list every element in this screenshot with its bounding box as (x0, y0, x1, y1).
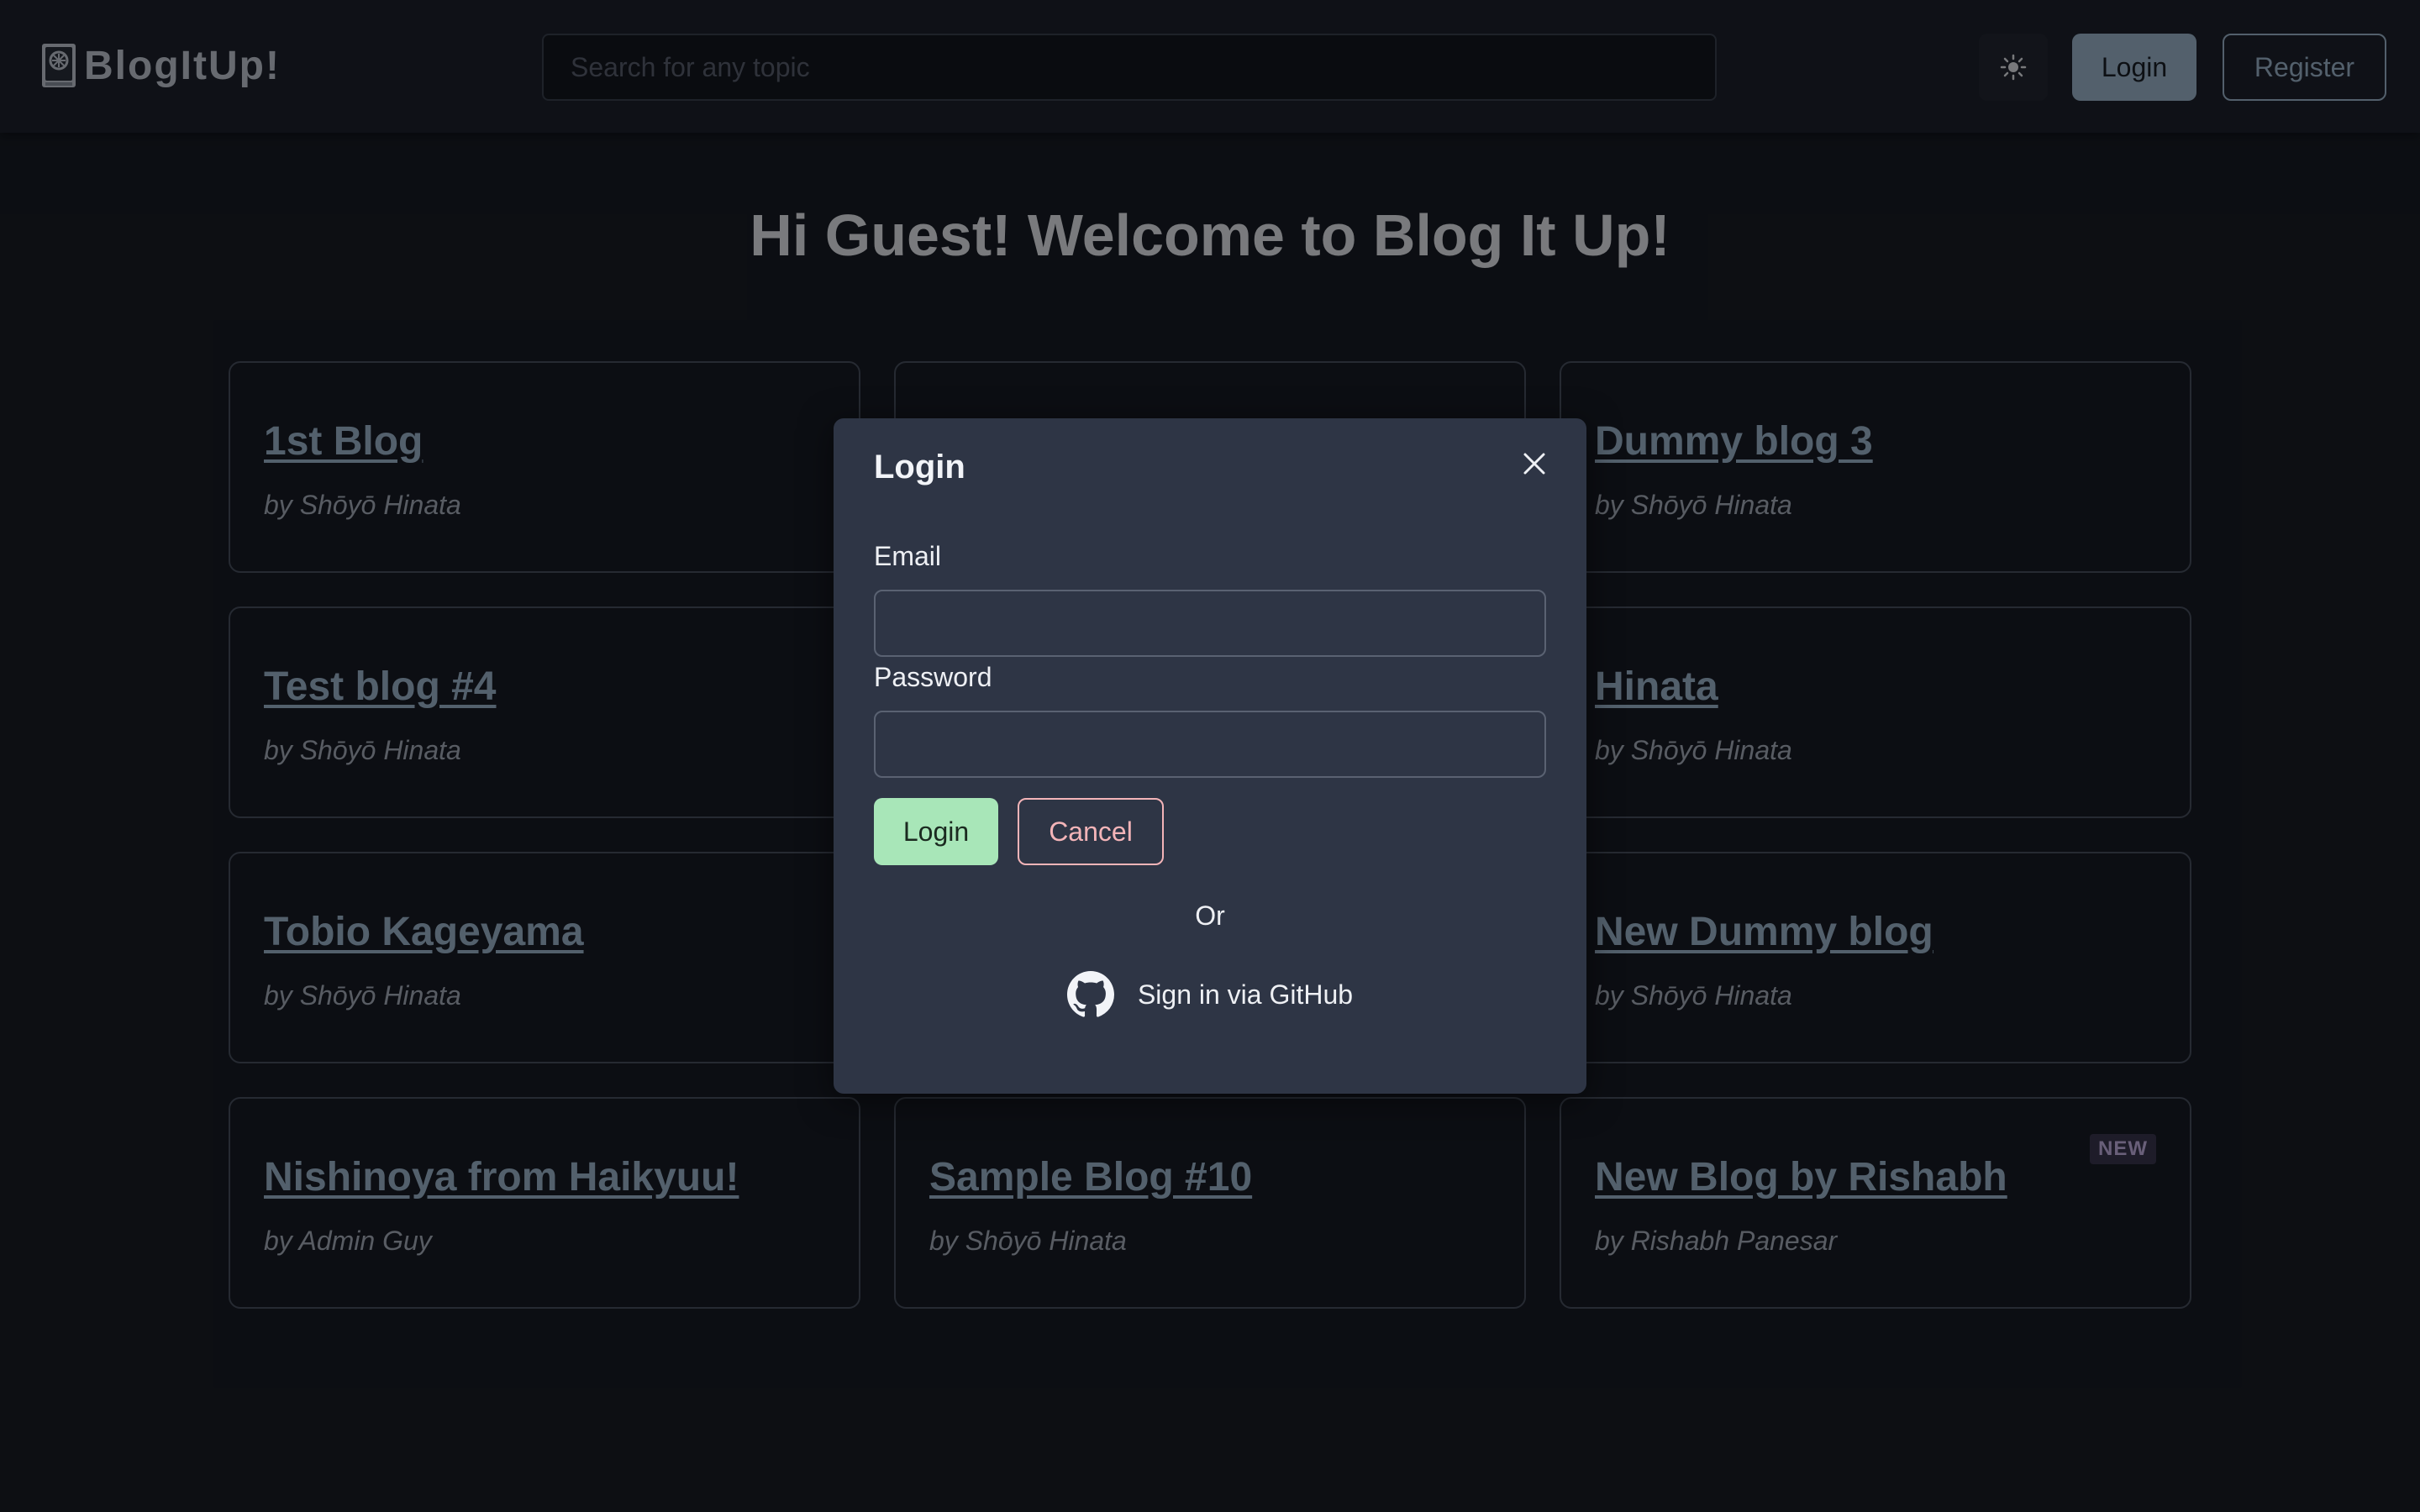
github-signin-label: Sign in via GitHub (1137, 979, 1354, 1010)
close-modal-button[interactable] (1514, 444, 1555, 484)
email-label: Email (874, 541, 942, 571)
login-modal: Login Email Password Login Cancel Or Sig… (834, 418, 1586, 1094)
modal-title: Login (874, 449, 965, 486)
email-field[interactable] (874, 590, 1546, 657)
github-icon (1066, 971, 1114, 1017)
close-icon (1523, 453, 1545, 475)
password-field[interactable] (874, 711, 1546, 778)
login-submit-button[interactable]: Login (874, 798, 998, 865)
cancel-button[interactable]: Cancel (1018, 798, 1164, 865)
or-separator: Or (1195, 900, 1225, 931)
github-signin-button[interactable]: Sign in via GitHub (834, 971, 1586, 1018)
password-label: Password (874, 662, 992, 692)
